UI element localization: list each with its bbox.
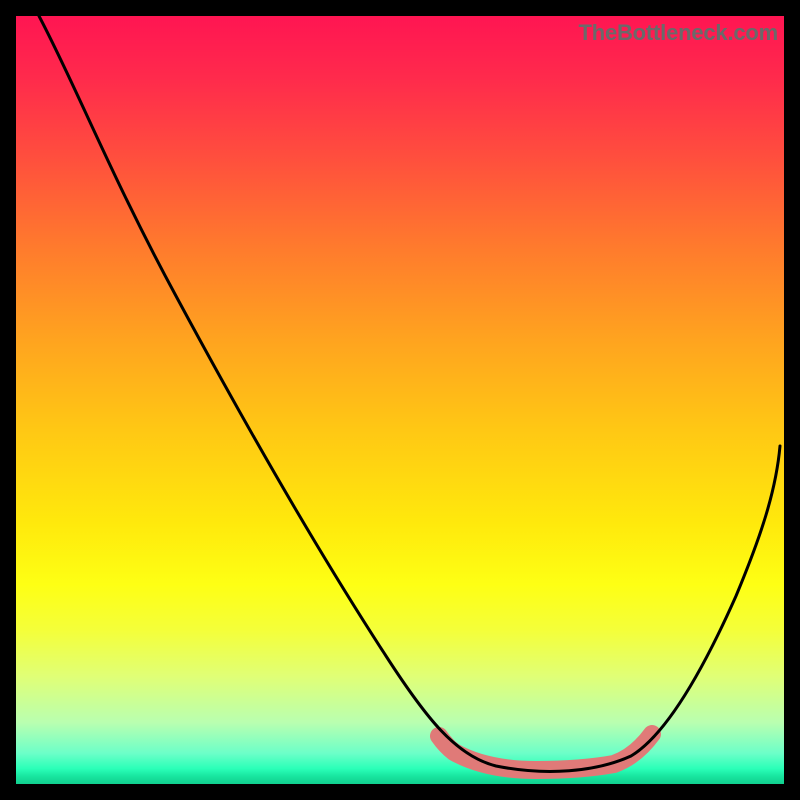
flat-region-highlight [439, 734, 652, 770]
plot-area: TheBottleneck.com [16, 16, 784, 784]
bottleneck-curve-line [39, 16, 780, 771]
chart-svg [16, 16, 784, 784]
watermark-text: TheBottleneck.com [578, 20, 778, 46]
chart-frame: TheBottleneck.com [16, 16, 784, 784]
